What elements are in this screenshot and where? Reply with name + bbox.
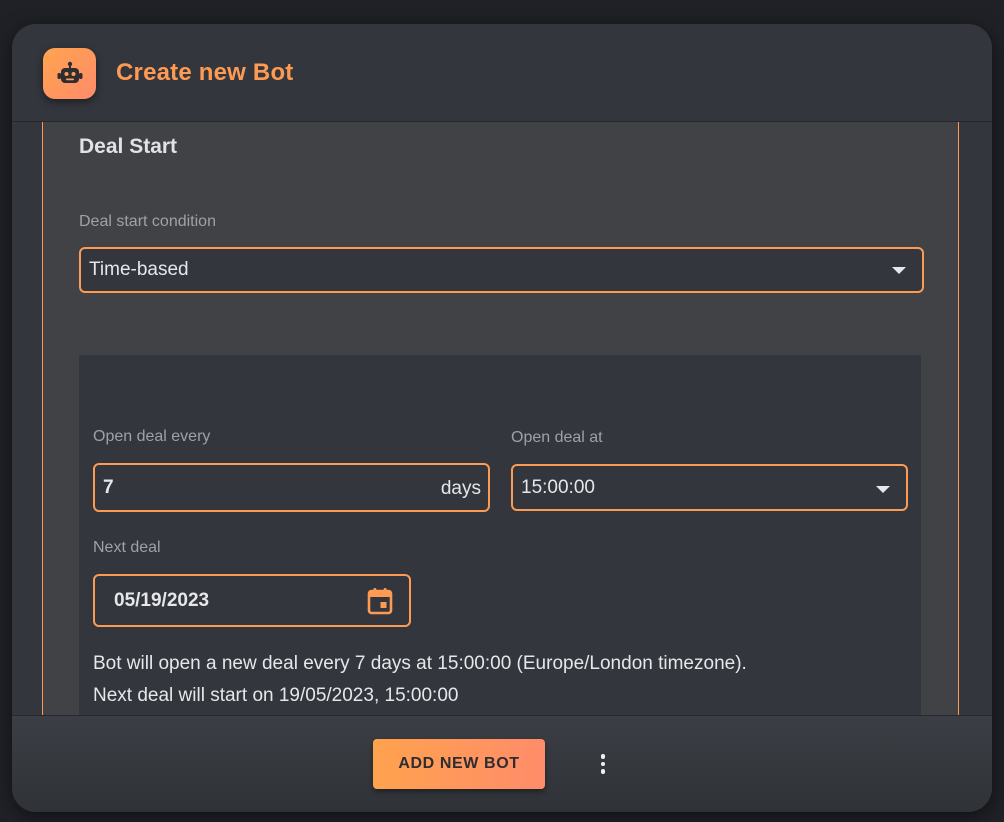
add-new-bot-button[interactable]: ADD NEW BOT [373,739,545,789]
calendar-icon[interactable] [367,587,393,620]
next-deal-date-value: 05/19/2023 [114,590,210,611]
next-deal-label: Next deal [93,539,161,556]
open-deal-every-label: Open deal every [93,428,211,445]
dialog-header: Create new Bot [12,24,992,122]
dialog-content[interactable]: Deal Start Deal start condition Time-bas… [12,122,992,715]
section-title: Deal Start [79,135,178,158]
open-deal-every-value: 7 [103,477,114,498]
deal-start-condition-value: Time-based [89,259,189,280]
open-deal-at-label: Open deal at [511,429,603,446]
more-vertical-icon[interactable] [589,742,617,786]
open-deal-every-input[interactable]: 7 days [93,463,490,512]
robot-icon [43,48,96,99]
deal-start-condition-label: Deal start condition [79,213,216,230]
open-deal-at-value: 15:00:00 [521,477,595,498]
schedule-summary: Bot will open a new deal every 7 days at… [93,653,747,706]
dialog-title: Create new Bot [116,59,294,86]
days-suffix: days [440,478,481,499]
deal-start-condition-select[interactable]: Time-based [79,247,924,293]
next-deal-date-picker[interactable]: 05/19/2023 [93,574,411,627]
time-based-settings-panel: Open deal every 7 days Open deal at 15:0… [79,355,921,715]
chevron-down-icon [892,267,906,274]
chevron-down-icon [876,486,890,493]
create-bot-dialog: Create new Bot Deal Start Deal start con… [12,24,992,812]
open-deal-at-select[interactable]: 15:00:00 [511,464,908,511]
deal-start-card: Deal Start Deal start condition Time-bas… [42,122,959,715]
dialog-footer: ADD NEW BOT [12,715,992,812]
